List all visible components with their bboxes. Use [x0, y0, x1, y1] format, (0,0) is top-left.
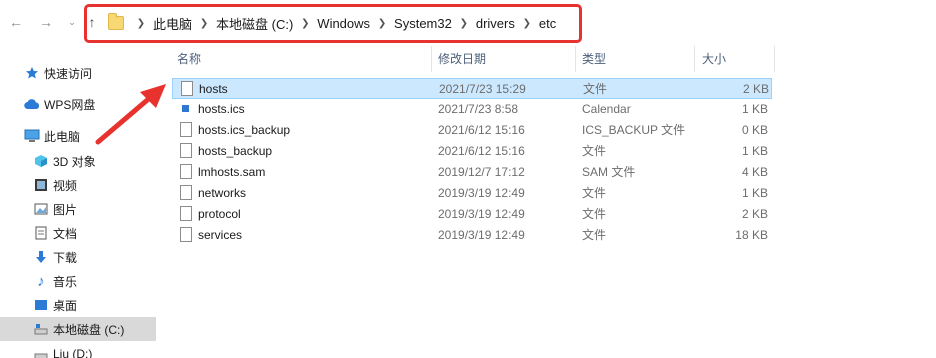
annotation-arrow-icon — [95, 84, 166, 145]
